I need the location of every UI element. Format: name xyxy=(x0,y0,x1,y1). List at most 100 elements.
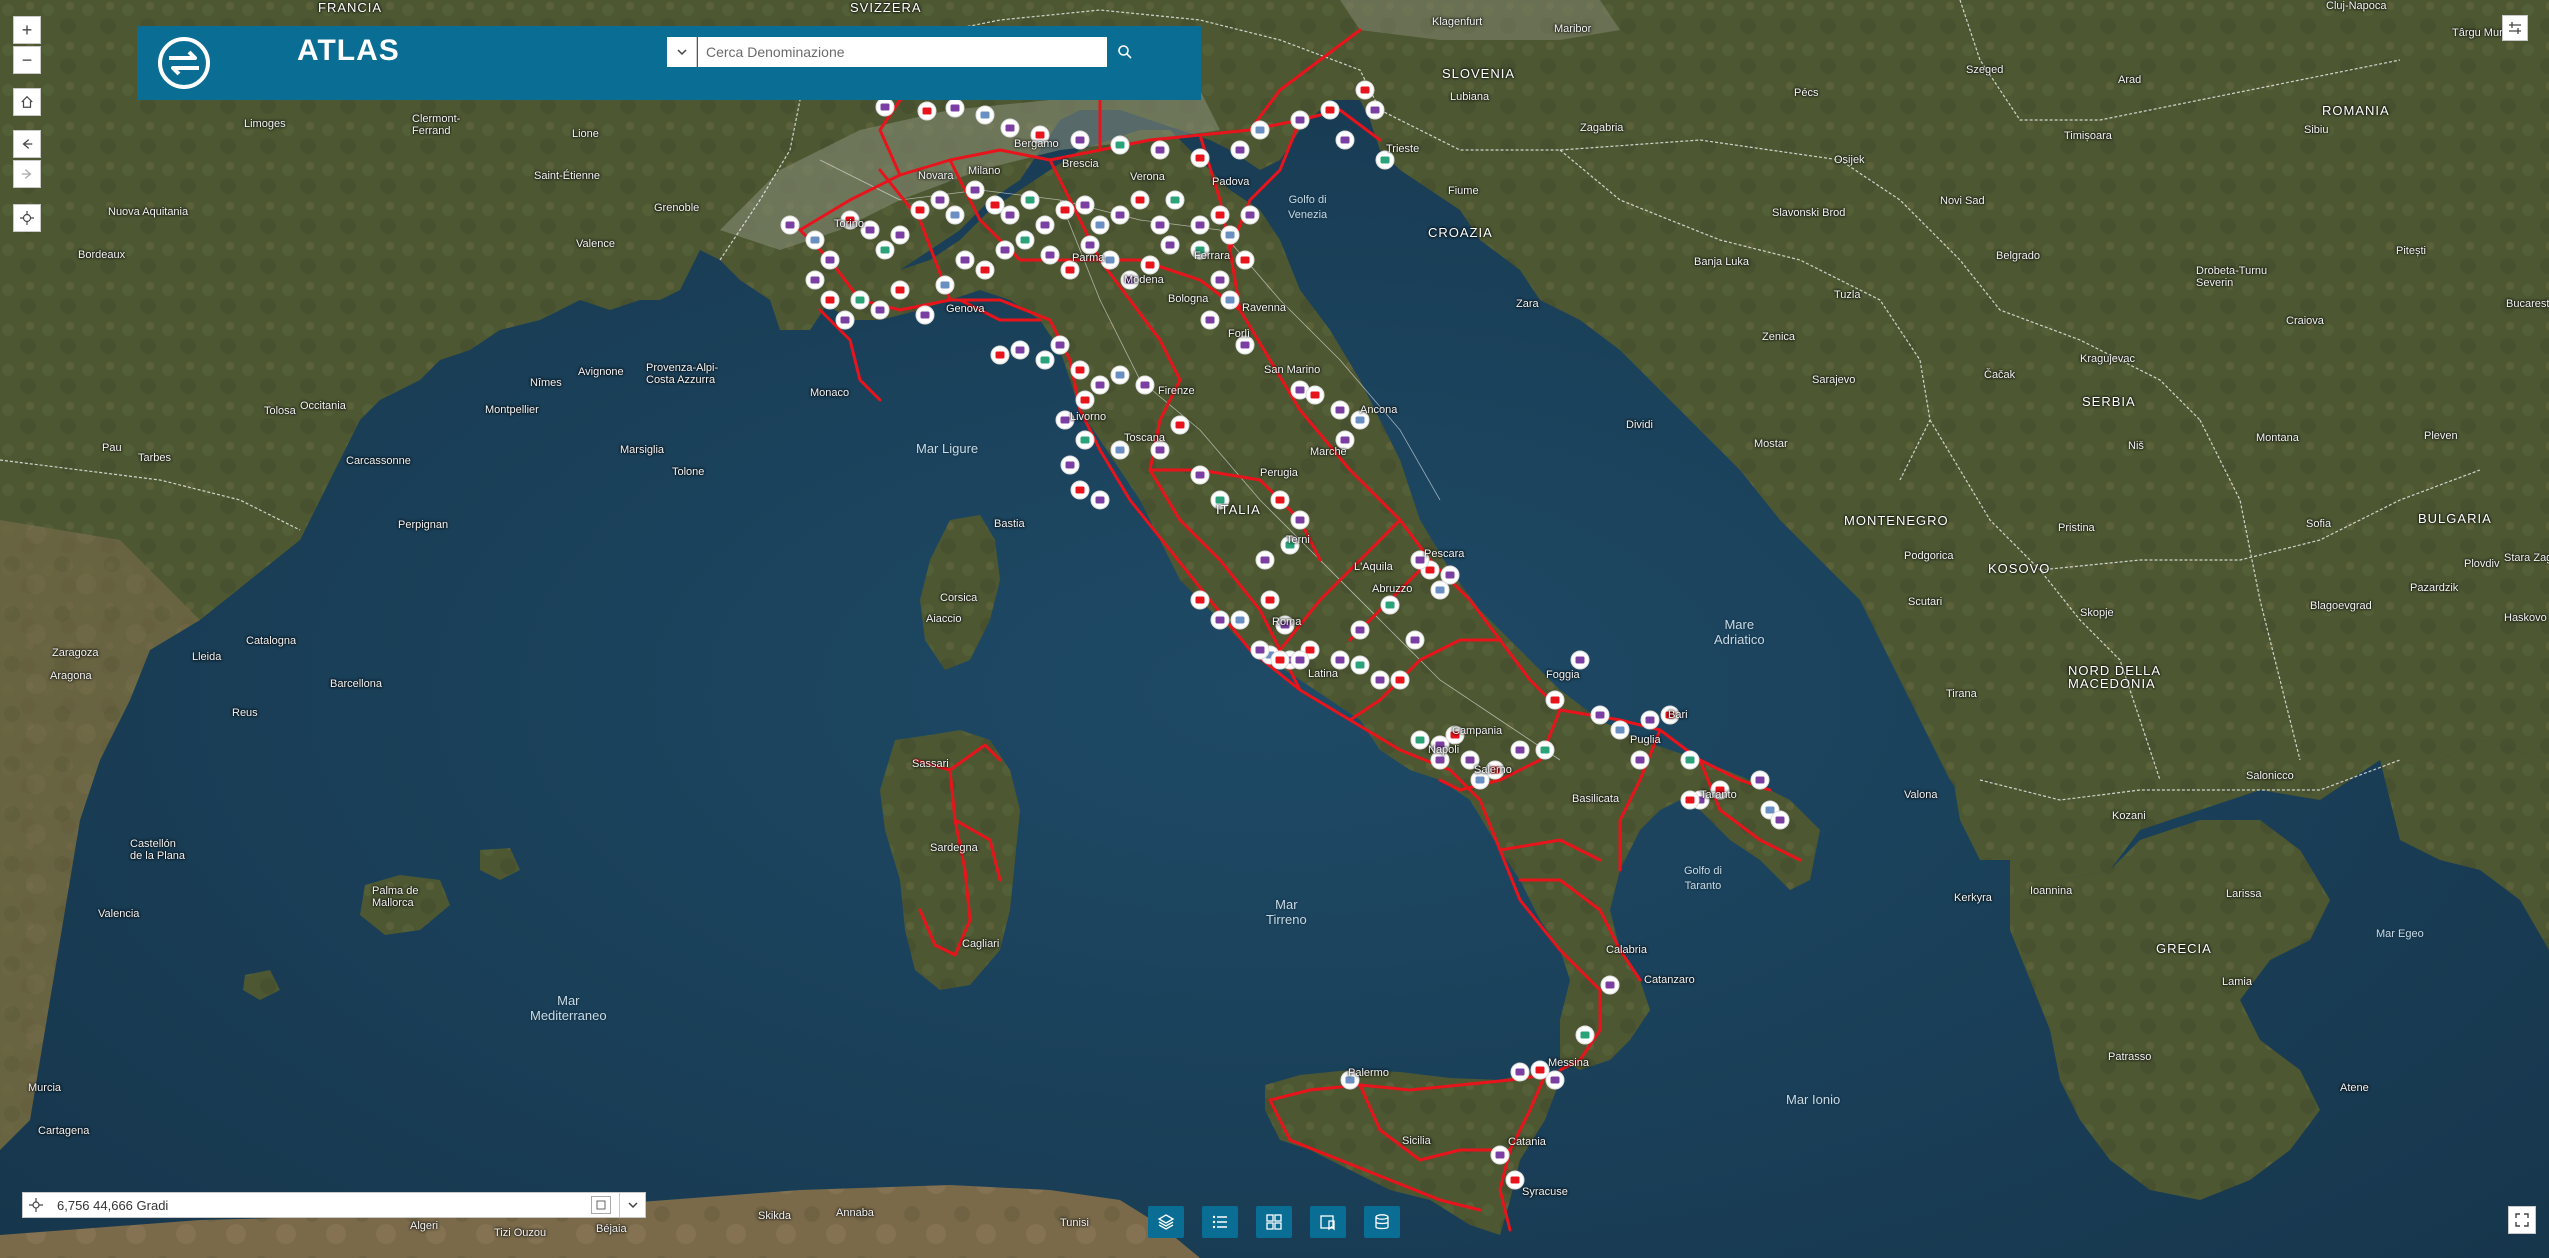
map-marker[interactable] xyxy=(1410,550,1430,570)
search-input[interactable] xyxy=(698,37,1107,67)
map-marker[interactable] xyxy=(1260,590,1280,610)
map-marker[interactable] xyxy=(1365,100,1385,120)
map-marker[interactable] xyxy=(1220,290,1240,310)
map-marker[interactable] xyxy=(930,190,950,210)
map-marker[interactable] xyxy=(875,240,895,260)
map-marker[interactable] xyxy=(1000,118,1020,138)
map-marker[interactable] xyxy=(1510,740,1530,760)
map-marker[interactable] xyxy=(1210,270,1230,290)
next-extent-button[interactable] xyxy=(13,160,41,188)
map-marker[interactable] xyxy=(1275,615,1295,635)
map-marker[interactable] xyxy=(917,101,937,121)
map-marker[interactable] xyxy=(1120,270,1140,290)
map-marker[interactable] xyxy=(1190,148,1210,168)
map-marker[interactable] xyxy=(835,310,855,330)
map-marker[interactable] xyxy=(1770,810,1790,830)
basemap-gallery-button[interactable] xyxy=(1256,1206,1292,1238)
map-marker[interactable] xyxy=(1600,975,1620,995)
legend-button[interactable] xyxy=(1202,1206,1238,1238)
map-marker[interactable] xyxy=(1110,205,1130,225)
map-marker[interactable] xyxy=(1270,650,1290,670)
map-marker[interactable] xyxy=(1430,750,1450,770)
map-marker[interactable] xyxy=(1070,360,1090,380)
map-marker[interactable] xyxy=(1210,610,1230,630)
map-marker[interactable] xyxy=(1110,135,1130,155)
map-marker[interactable] xyxy=(1230,610,1250,630)
map-marker[interactable] xyxy=(1380,595,1400,615)
map-marker[interactable] xyxy=(1680,750,1700,770)
map-marker[interactable] xyxy=(1220,225,1240,245)
map-marker[interactable] xyxy=(1390,670,1410,690)
map-marker[interactable] xyxy=(1100,250,1120,270)
map-marker[interactable] xyxy=(910,200,930,220)
map-marker[interactable] xyxy=(1190,465,1210,485)
map-marker[interactable] xyxy=(1135,375,1155,395)
map-marker[interactable] xyxy=(820,290,840,310)
map-marker[interactable] xyxy=(1235,250,1255,270)
map-marker[interactable] xyxy=(1060,455,1080,475)
previous-extent-button[interactable] xyxy=(13,130,41,158)
map-marker[interactable] xyxy=(1375,150,1395,170)
map-marker[interactable] xyxy=(935,275,955,295)
map-marker[interactable] xyxy=(965,180,985,200)
map-marker[interactable] xyxy=(1090,375,1110,395)
bookmarks-button[interactable] xyxy=(1310,1206,1346,1238)
map-marker[interactable] xyxy=(1060,260,1080,280)
map-marker[interactable] xyxy=(1020,190,1040,210)
map-marker[interactable] xyxy=(890,280,910,300)
map-marker[interactable] xyxy=(975,105,995,125)
map-marker[interactable] xyxy=(1110,440,1130,460)
map-marker[interactable] xyxy=(1190,215,1210,235)
map-marker[interactable] xyxy=(1505,1170,1525,1190)
map-marker[interactable] xyxy=(1410,730,1430,750)
map-marker[interactable] xyxy=(805,270,825,290)
map-marker[interactable] xyxy=(870,300,890,320)
fullscreen-button[interactable] xyxy=(2508,1206,2536,1234)
map-marker[interactable] xyxy=(1075,430,1095,450)
map-marker[interactable] xyxy=(1015,230,1035,250)
map-marker[interactable] xyxy=(1350,410,1370,430)
map-marker[interactable] xyxy=(1035,350,1055,370)
map-marker[interactable] xyxy=(1545,690,1565,710)
map-marker[interactable] xyxy=(1255,550,1275,570)
map-marker[interactable] xyxy=(1485,760,1505,780)
map-marker[interactable] xyxy=(1440,565,1460,585)
map-marker[interactable] xyxy=(1200,310,1220,330)
panel-toggle-button[interactable] xyxy=(2502,15,2528,41)
map-marker[interactable] xyxy=(1610,720,1630,740)
map-marker[interactable] xyxy=(1320,100,1340,120)
map-marker[interactable] xyxy=(860,220,880,240)
copy-coordinates-button[interactable] xyxy=(591,1196,611,1214)
map-marker[interactable] xyxy=(1235,335,1255,355)
map-marker[interactable] xyxy=(1305,385,1325,405)
map-marker[interactable] xyxy=(915,305,935,325)
map-marker[interactable] xyxy=(1290,650,1310,670)
map-marker[interactable] xyxy=(1575,1025,1595,1045)
zoom-out-button[interactable]: − xyxy=(13,46,41,74)
map-marker[interactable] xyxy=(955,250,975,270)
map-marker[interactable] xyxy=(850,290,870,310)
map-marker[interactable] xyxy=(1330,650,1350,670)
map-marker[interactable] xyxy=(1335,430,1355,450)
map-marker[interactable] xyxy=(1545,1070,1565,1090)
map-marker[interactable] xyxy=(1130,190,1150,210)
map-marker[interactable] xyxy=(1170,415,1190,435)
map-marker[interactable] xyxy=(1090,490,1110,510)
map-marker[interactable] xyxy=(1070,130,1090,150)
map-marker[interactable] xyxy=(1140,255,1160,275)
map-marker[interactable] xyxy=(1110,365,1130,385)
map-marker[interactable] xyxy=(1535,740,1555,760)
map-marker[interactable] xyxy=(1570,650,1590,670)
map-marker[interactable] xyxy=(1030,125,1050,145)
map-marker[interactable] xyxy=(1160,235,1180,255)
map-marker[interactable] xyxy=(1510,1062,1530,1082)
map-marker[interactable] xyxy=(1340,1070,1360,1090)
zoom-in-button[interactable]: + xyxy=(13,16,41,44)
map-marker[interactable] xyxy=(1710,780,1730,800)
map-marker[interactable] xyxy=(840,210,860,230)
map-marker[interactable] xyxy=(1210,490,1230,510)
map-marker[interactable] xyxy=(1190,240,1210,260)
map-marker[interactable] xyxy=(1070,480,1090,500)
map-marker[interactable] xyxy=(1150,440,1170,460)
map-marker[interactable] xyxy=(875,97,895,117)
